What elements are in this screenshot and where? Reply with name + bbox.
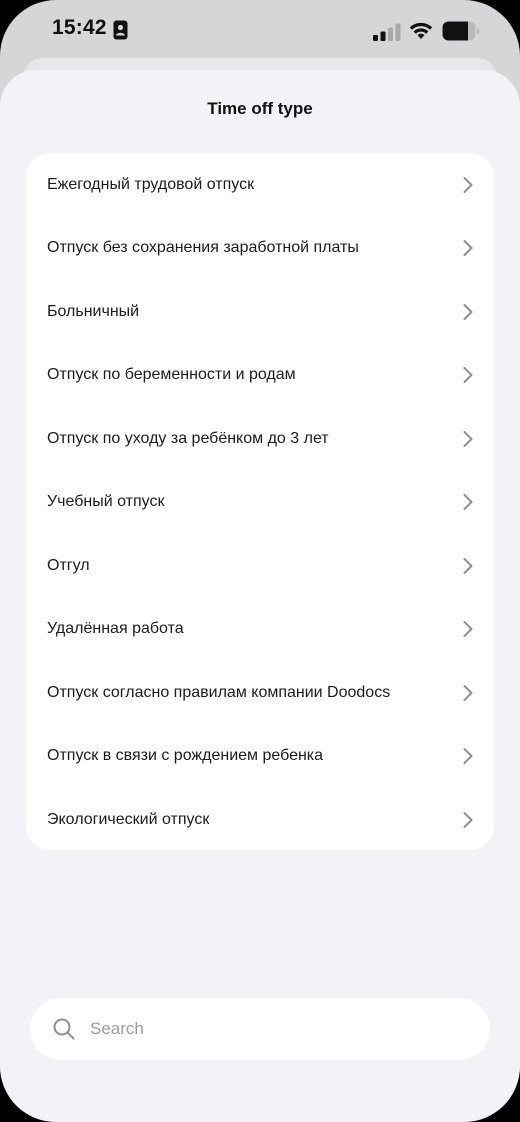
search-input[interactable] bbox=[88, 1018, 452, 1040]
chevron-right-icon bbox=[463, 557, 473, 574]
list-item-label: Экологический отпуск bbox=[47, 810, 210, 828]
chevron-right-icon bbox=[463, 684, 473, 701]
list-item-day-off[interactable]: Отгул bbox=[26, 534, 494, 598]
chevron-right-icon bbox=[463, 494, 473, 511]
search-bar[interactable] bbox=[30, 998, 490, 1060]
list-item-label: Учебный отпуск bbox=[47, 493, 165, 511]
chevron-right-icon bbox=[463, 811, 473, 828]
status-time: 15:42 bbox=[52, 16, 107, 39]
list-item-unpaid-leave[interactable]: Отпуск без сохранения заработной платы bbox=[26, 217, 494, 281]
list-item-study-leave[interactable]: Учебный отпуск bbox=[26, 471, 494, 535]
signal-icon bbox=[373, 23, 401, 41]
list-item-label: Отпуск по уходу за ребёнком до 3 лет bbox=[47, 429, 329, 447]
list-item-childcare-leave[interactable]: Отпуск по уходу за ребёнком до 3 лет bbox=[26, 407, 494, 471]
list-item-label: Отпуск без сохранения заработной платы bbox=[47, 239, 359, 257]
list-item-annual-leave[interactable]: Ежегодный трудовой отпуск bbox=[26, 153, 494, 217]
list-item-label: Отпуск по беременности и родам bbox=[47, 366, 296, 384]
bottom-sheet: Time off type Ежегодный трудовой отпуск … bbox=[0, 70, 520, 1122]
search-icon bbox=[53, 1018, 75, 1040]
list-item-label: Больничный bbox=[47, 302, 140, 320]
list-item-sick-leave[interactable]: Больничный bbox=[26, 280, 494, 344]
chevron-right-icon bbox=[463, 430, 473, 447]
list-item-ecological-leave[interactable]: Экологический отпуск bbox=[26, 788, 494, 850]
list-item-label: Удалённая работа bbox=[47, 620, 184, 638]
battery-icon bbox=[442, 21, 480, 41]
list-item-maternity-leave[interactable]: Отпуск по беременности и родам bbox=[26, 344, 494, 408]
time-off-type-list: Ежегодный трудовой отпуск Отпуск без сох… bbox=[26, 153, 494, 850]
phone-screen: 15:42 Time off type Ежегодный трудовой о… bbox=[0, 0, 520, 1122]
chevron-right-icon bbox=[463, 240, 473, 257]
chevron-right-icon bbox=[463, 748, 473, 765]
wifi-icon bbox=[409, 22, 433, 39]
list-item-company-policy-leave[interactable]: Отпуск согласно правилам компании Doodoc… bbox=[26, 661, 494, 725]
list-item-label: Отпуск в связи с рождением ребенка bbox=[47, 747, 324, 765]
focus-icon bbox=[113, 20, 128, 40]
chevron-right-icon bbox=[463, 367, 473, 384]
list-item-label: Ежегодный трудовой отпуск bbox=[47, 175, 255, 193]
list-item-label: Отпуск согласно правилам компании Doodoc… bbox=[47, 683, 391, 701]
chevron-right-icon bbox=[463, 176, 473, 193]
list-item-remote-work[interactable]: Удалённая работа bbox=[26, 598, 494, 662]
status-bar: 15:42 bbox=[0, 0, 520, 66]
chevron-right-icon bbox=[463, 303, 473, 320]
list-item-label: Отгул bbox=[47, 556, 90, 574]
list-item-birth-leave[interactable]: Отпуск в связи с рождением ребенка bbox=[26, 725, 494, 789]
sheet-title: Time off type bbox=[207, 99, 313, 118]
chevron-right-icon bbox=[463, 621, 473, 638]
